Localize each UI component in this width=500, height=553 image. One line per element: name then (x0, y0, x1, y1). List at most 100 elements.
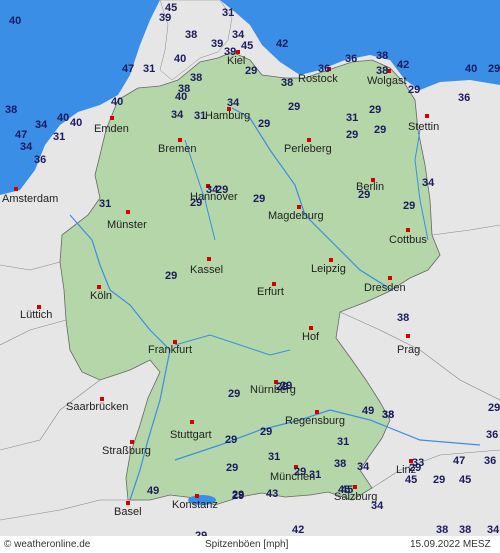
city-label: Magdeburg (268, 210, 324, 222)
gust-value: 29 (488, 402, 500, 414)
gust-value: 40 (57, 112, 70, 124)
city-label: Konstanz (172, 499, 218, 511)
gust-value: 29 (225, 434, 238, 446)
city-marker (14, 187, 18, 191)
gust-value: 38 (397, 312, 410, 324)
gust-value: 29 (403, 200, 416, 212)
gust-value: 29 (488, 63, 500, 75)
gust-value: 34 (357, 461, 370, 473)
gust-value: 31 (222, 7, 235, 19)
gust-value: 47 (122, 63, 135, 75)
gust-value: 36 (345, 53, 358, 65)
gust-value: 45 (241, 40, 254, 52)
city-label: Prag (397, 344, 421, 356)
gust-value: 34 (171, 109, 184, 121)
gust-value: 40 (174, 53, 187, 65)
gust-value: 29 (226, 462, 239, 474)
city-marker (329, 258, 333, 262)
city-marker (307, 138, 311, 142)
gust-value: 39 (224, 46, 237, 58)
gust-value: 29 (228, 388, 241, 400)
gust-value: 29 (408, 84, 421, 96)
city-label: Münster (107, 219, 147, 231)
city-label: Emden (94, 123, 129, 135)
gust-value: 38 (376, 65, 389, 77)
gust-value: 29 (288, 101, 301, 113)
gust-value: 39 (159, 12, 172, 24)
gust-value: 47 (15, 129, 28, 141)
city-marker (353, 485, 357, 489)
gust-value: 29 (433, 474, 446, 486)
gust-value: 38 (382, 409, 395, 421)
gust-value: 29 (358, 189, 371, 201)
city-label: Lüttich (20, 309, 53, 321)
gust-value: 40 (175, 91, 188, 103)
legend-text: Spitzenböen [mph] (205, 539, 289, 550)
gust-value: 36 (484, 455, 497, 467)
gust-value: 34 (371, 500, 384, 512)
gust-value: 31 (309, 469, 322, 481)
date-text: 15.09.2022 MESZ (410, 539, 491, 550)
gust-value: 33 (412, 457, 425, 469)
city-label: Perleberg (284, 143, 332, 155)
gust-value: 29 (260, 426, 273, 438)
city-marker (309, 326, 313, 330)
city-marker (190, 420, 194, 424)
gust-value: 34 (422, 177, 435, 189)
gust-value: 29 (374, 124, 387, 136)
gust-value: 40 (9, 15, 22, 27)
gust-value: 40 (465, 63, 478, 75)
city-marker (195, 494, 199, 498)
gust-value: 29 (165, 270, 178, 282)
gust-value: 45 (459, 474, 472, 486)
gust-value: 38 (281, 77, 294, 89)
city-label: Erfurt (257, 286, 284, 298)
city-marker (126, 501, 130, 505)
city-label: Stettin (408, 121, 440, 133)
city-marker (110, 116, 114, 120)
gust-value: 29 (232, 490, 245, 502)
city-label: Bremen (158, 143, 197, 155)
gust-value: 49 (362, 405, 375, 417)
gust-value: 31 (194, 110, 207, 122)
city-label: Stuttgart (170, 429, 212, 441)
gust-value: 34 (20, 141, 33, 153)
gust-value: 29 (346, 129, 359, 141)
city-label: Kassel (190, 264, 224, 276)
city-label: Basel (114, 506, 142, 518)
city-marker (126, 210, 130, 214)
gust-value: 45 (341, 484, 354, 496)
gust-value: 38 (190, 72, 203, 84)
gust-value: 34 (206, 184, 219, 196)
gust-value: 36 (34, 154, 47, 166)
city-marker (207, 257, 211, 261)
gust-value: 42 (276, 38, 289, 50)
gust-value: 31 (53, 131, 66, 143)
gust-value: 31 (99, 198, 112, 210)
city-marker (97, 285, 101, 289)
gust-value: 36 (486, 429, 499, 441)
city-label: Amsterdam (2, 193, 59, 205)
city-label: Saarbrücken (66, 401, 129, 413)
city-label: Frankfurt (148, 344, 193, 356)
gust-value: 29 (369, 104, 382, 116)
gust-value: 38 (376, 50, 389, 62)
city-marker (388, 276, 392, 280)
city-marker (297, 205, 301, 209)
city-marker (406, 334, 410, 338)
city-label: Dresden (364, 282, 406, 294)
gust-value: 38 (436, 524, 449, 536)
city-label: Straßburg (102, 445, 151, 457)
gust-value: 31 (268, 451, 281, 463)
city-label: Hof (302, 331, 320, 343)
gust-value: 29 (276, 381, 289, 393)
gust-value: 34 (35, 119, 48, 131)
map-footer: © weatheronline.de Spitzenböen [mph] 15.… (0, 536, 500, 553)
gust-value: 43 (266, 488, 279, 500)
city-marker (406, 228, 410, 232)
gust-value: 36 (318, 63, 331, 75)
city-markers (14, 50, 429, 505)
gust-value: 31 (337, 436, 350, 448)
gust-value: 36 (458, 92, 471, 104)
gust-value: 29 (294, 466, 307, 478)
